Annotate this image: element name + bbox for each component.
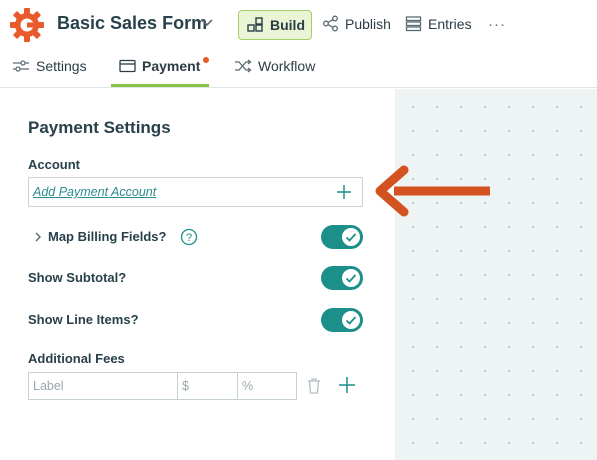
top-bar: Basic Sales Form Build Publish Entries ·… bbox=[0, 0, 597, 50]
fee-percent-input[interactable]: % bbox=[237, 372, 297, 400]
add-fee-plus-icon[interactable] bbox=[337, 375, 357, 395]
show-line-items-label: Show Line Items? bbox=[28, 312, 139, 327]
tab-workflow-label: Workflow bbox=[258, 58, 316, 74]
check-icon bbox=[345, 316, 357, 325]
chevron-right-icon[interactable] bbox=[32, 225, 44, 249]
toggle-knob bbox=[342, 228, 360, 246]
show-subtotal-toggle[interactable] bbox=[321, 266, 363, 290]
share-icon bbox=[323, 15, 338, 32]
account-label: Account bbox=[28, 157, 80, 172]
card-icon bbox=[119, 59, 136, 73]
account-field[interactable]: Add Payment Account bbox=[28, 177, 363, 207]
build-icon bbox=[247, 17, 263, 32]
tab-bar: Settings Payment Workflow bbox=[0, 50, 597, 88]
show-line-items-row: Show Line Items? bbox=[28, 308, 363, 332]
fee-label-input[interactable]: Label bbox=[28, 372, 178, 400]
form-title[interactable]: Basic Sales Form bbox=[57, 13, 207, 34]
build-label: Build bbox=[270, 17, 305, 33]
trash-icon[interactable] bbox=[306, 377, 322, 395]
map-billing-label: Map Billing Fields? bbox=[48, 229, 167, 244]
toggle-knob bbox=[342, 311, 360, 329]
tab-payment-label: Payment bbox=[142, 58, 201, 74]
tab-workflow[interactable]: Workflow bbox=[234, 58, 315, 88]
add-payment-account-link[interactable]: Add Payment Account bbox=[33, 185, 156, 199]
tab-settings-label: Settings bbox=[36, 58, 87, 74]
sliders-icon bbox=[13, 60, 29, 72]
publish-button[interactable]: Publish bbox=[322, 15, 391, 32]
plus-icon[interactable] bbox=[334, 182, 354, 202]
app-logo[interactable] bbox=[10, 8, 44, 42]
publish-label: Publish bbox=[345, 15, 391, 32]
form-canvas[interactable] bbox=[395, 89, 597, 460]
fee-amount-input[interactable]: $ bbox=[177, 372, 238, 400]
unsaved-indicator-dot bbox=[203, 57, 209, 63]
chevron-down-icon[interactable] bbox=[199, 14, 215, 30]
active-tab-indicator bbox=[111, 84, 209, 87]
payment-settings-panel: Payment Settings Account Add Payment Acc… bbox=[0, 89, 395, 460]
entries-icon bbox=[405, 16, 422, 32]
check-icon bbox=[345, 274, 357, 283]
entries-label: Entries bbox=[428, 15, 472, 32]
tab-settings[interactable]: Settings bbox=[12, 58, 87, 88]
shuffle-icon bbox=[235, 59, 252, 73]
panel-title: Payment Settings bbox=[28, 118, 171, 137]
show-subtotal-label: Show Subtotal? bbox=[28, 270, 127, 285]
additional-fees-label: Additional Fees bbox=[28, 351, 125, 366]
check-icon bbox=[345, 233, 357, 242]
build-button[interactable]: Build bbox=[238, 10, 312, 40]
svg-text:?: ? bbox=[186, 232, 192, 244]
show-line-items-toggle[interactable] bbox=[321, 308, 363, 332]
entries-button[interactable]: Entries bbox=[405, 15, 472, 32]
map-billing-toggle[interactable] bbox=[321, 225, 363, 249]
help-icon[interactable]: ? bbox=[180, 228, 198, 246]
show-subtotal-row: Show Subtotal? bbox=[28, 266, 363, 290]
map-billing-row: Map Billing Fields? ? bbox=[28, 225, 363, 249]
more-options-icon[interactable]: ··· bbox=[488, 16, 506, 33]
annotation-arrow bbox=[375, 165, 490, 217]
toggle-knob bbox=[342, 269, 360, 287]
